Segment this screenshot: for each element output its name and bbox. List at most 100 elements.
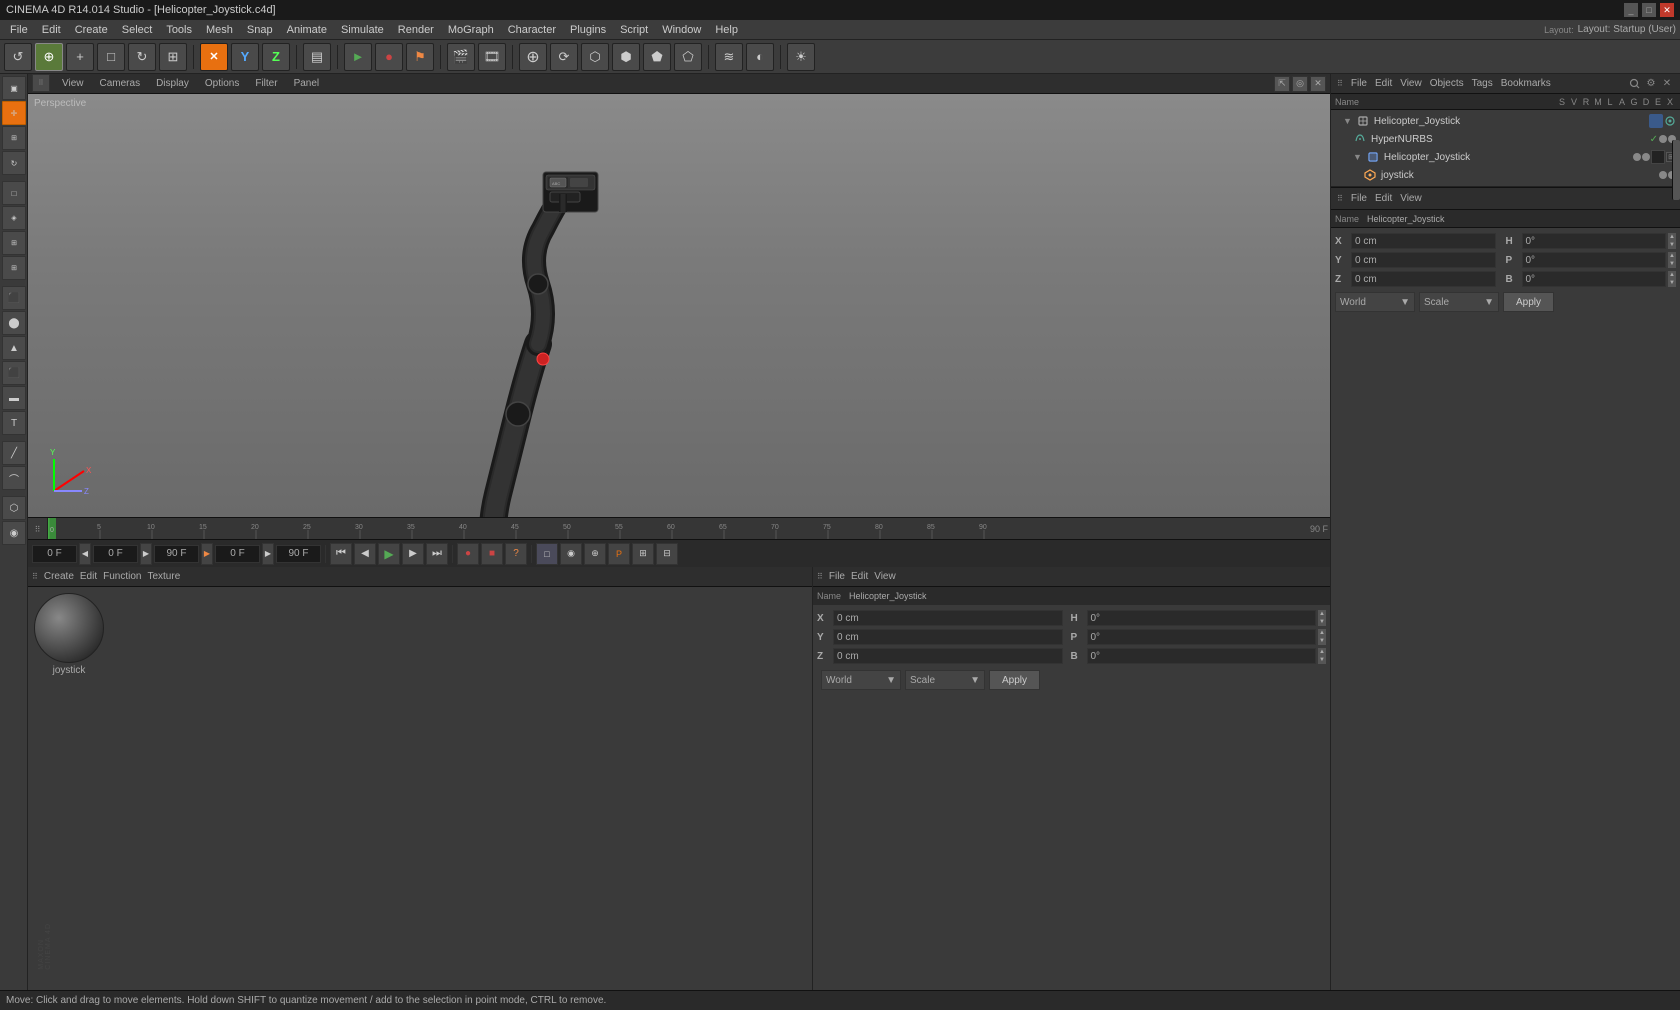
attr-lower-menu-view[interactable]: View — [1400, 193, 1422, 204]
lower-spin-p-down[interactable]: ▼ — [1668, 260, 1676, 268]
vp-solo-btn[interactable]: ◎ — [1292, 76, 1308, 92]
obj-search-icon[interactable] — [1628, 77, 1642, 91]
lower-spin-h-up[interactable]: ▲ — [1668, 233, 1676, 241]
obj-color-swatch-1[interactable] — [1649, 114, 1663, 128]
mode-loop-btn[interactable]: ◉ — [560, 543, 582, 565]
minimize-btn[interactable]: _ — [1624, 3, 1638, 17]
menu-edit[interactable]: Edit — [36, 20, 67, 40]
spin-p-down[interactable]: ▼ — [1318, 637, 1326, 645]
undo-btn[interactable]: ↺ — [4, 43, 32, 71]
vp-maximize-btn[interactable]: ⇱ — [1274, 76, 1290, 92]
obj-material-thumb-3[interactable] — [1651, 150, 1665, 164]
add-btn[interactable]: + — [66, 43, 94, 71]
timeline-ruler-bar[interactable]: ⠿ 0 5 10 15 20 25 30 35 — [28, 517, 1330, 539]
tool-checkered[interactable]: ⊞ — [2, 256, 26, 280]
spin-b-up[interactable]: ▲ — [1318, 648, 1326, 656]
window-controls[interactable]: _ □ ✕ — [1624, 3, 1674, 17]
rot-btn[interactable]: Z — [262, 43, 290, 71]
mode-last-btn[interactable]: ⊟ — [656, 543, 678, 565]
tool-scale[interactable]: ⊞ — [2, 126, 26, 150]
tool-cone[interactable]: ▲ — [2, 336, 26, 360]
spin-h-down[interactable]: ▼ — [1318, 618, 1326, 626]
paint-btn[interactable]: ⬠ — [674, 43, 702, 71]
play-forward-btn[interactable]: ► — [344, 43, 372, 71]
obj-menu-bookmarks[interactable]: Bookmarks — [1501, 78, 1551, 89]
lower-attr-z-val[interactable]: 0 cm — [1351, 271, 1496, 287]
light-btn[interactable]: ☀ — [787, 43, 815, 71]
menu-simulate[interactable]: Simulate — [335, 20, 390, 40]
attr-b-spinner[interactable]: ▲ ▼ — [1318, 648, 1326, 664]
record-stop-btn[interactable]: ■ — [481, 543, 503, 565]
preview-start-arrow[interactable]: ▶ — [201, 543, 213, 565]
lower-spin-h[interactable]: ▲ ▼ — [1668, 233, 1676, 249]
poly-tool-btn[interactable]: ⬡ — [581, 43, 609, 71]
obj-menu-tags[interactable]: Tags — [1472, 78, 1493, 89]
lower-spin-h-down[interactable]: ▼ — [1668, 241, 1676, 249]
vp-menu-panel[interactable]: Panel — [290, 78, 324, 89]
mode-ping-btn[interactable]: P — [608, 543, 630, 565]
attr-lower-menu-file[interactable]: File — [1351, 193, 1367, 204]
move-tool-btn[interactable]: ⊕ — [519, 43, 547, 71]
menu-plugins[interactable]: Plugins — [564, 20, 612, 40]
mat-menu-edit[interactable]: Edit — [80, 571, 97, 582]
frame-start-field[interactable]: ◀ — [79, 543, 91, 565]
tool-spline[interactable]: ⌒ — [2, 466, 26, 490]
attr-menu-view[interactable]: View — [874, 571, 896, 582]
lower-spin-b-up[interactable]: ▲ — [1668, 271, 1676, 279]
lower-attr-h-val[interactable]: 0° — [1522, 233, 1667, 249]
spin-b-down[interactable]: ▼ — [1318, 656, 1326, 664]
rotate-tool-btn[interactable]: ⟳ — [550, 43, 578, 71]
preview-end-arrow[interactable]: ▶ — [262, 543, 274, 565]
tool-pen[interactable]: ╱ — [2, 441, 26, 465]
attr-p-val[interactable]: 0° — [1087, 629, 1317, 645]
menu-window[interactable]: Window — [656, 20, 707, 40]
obj-menu-view[interactable]: View — [1400, 78, 1422, 89]
extrude-btn[interactable]: ⬢ — [612, 43, 640, 71]
end-frame[interactable]: 90 F — [154, 545, 199, 563]
vp-close-btn[interactable]: ✕ — [1310, 76, 1326, 92]
step-forward-btn[interactable]: ▶ — [402, 543, 424, 565]
menu-snap[interactable]: Snap — [241, 20, 279, 40]
obj-close-icon[interactable]: ✕ — [1660, 77, 1674, 91]
goto-start-btn[interactable]: ⏮ — [330, 543, 352, 565]
tool-object[interactable]: □ — [2, 181, 26, 205]
obj-arrow-1[interactable]: ▼ — [1343, 116, 1352, 126]
mode-grid-btn[interactable]: ⊞ — [632, 543, 654, 565]
lower-attr-x-val[interactable]: 0 cm — [1351, 233, 1496, 249]
menu-character[interactable]: Character — [502, 20, 562, 40]
menu-select[interactable]: Select — [116, 20, 159, 40]
move-axis-btn[interactable]: Y — [231, 43, 259, 71]
menu-mograph[interactable]: MoGraph — [442, 20, 500, 40]
render-region-btn[interactable]: ▤ — [303, 43, 331, 71]
obj-dot-v-3[interactable] — [1642, 153, 1650, 161]
vp-menu-options[interactable]: Options — [201, 78, 243, 89]
lower-transform-type-dropdown[interactable]: Scale ▼ — [1419, 292, 1499, 312]
vp-menu-filter[interactable]: Filter — [251, 78, 281, 89]
obj-link-icon-1[interactable] — [1664, 115, 1676, 127]
tool-sphere[interactable]: ⬤ — [2, 311, 26, 335]
lower-coord-space-dropdown[interactable]: World ▼ — [1335, 292, 1415, 312]
attr-h-spinner[interactable]: ▲ ▼ — [1318, 610, 1326, 626]
vp-menu-cameras[interactable]: Cameras — [96, 78, 145, 89]
vp-menu-display[interactable]: Display — [152, 78, 193, 89]
lower-spin-b[interactable]: ▲ ▼ — [1668, 271, 1676, 287]
attr-h-val[interactable]: 0° — [1087, 610, 1317, 626]
attr-y-val[interactable]: 0 cm — [833, 629, 1063, 645]
obj-row-joystick[interactable]: joystick — [1333, 166, 1678, 184]
obj-menu-file[interactable]: File — [1351, 78, 1367, 89]
tool-plane[interactable]: ▬ — [2, 386, 26, 410]
obj-row-helicopter-geo[interactable]: ▼ Helicopter_Joystick ⊞ — [1333, 148, 1678, 166]
obj-visible-check-2[interactable]: ✓ — [1650, 134, 1658, 145]
scale-btn[interactable]: ⊞ — [159, 43, 187, 71]
obj-menu-objects[interactable]: Objects — [1430, 78, 1464, 89]
record-btn[interactable]: ● — [375, 43, 403, 71]
play-btn[interactable]: ▶ — [378, 543, 400, 565]
preview-end[interactable]: 90 F — [276, 545, 321, 563]
layout-selector[interactable]: Layout: Startup (User) — [1578, 24, 1676, 35]
obj-arrow-3[interactable]: ▼ — [1353, 152, 1362, 162]
transform-type-dropdown[interactable]: Scale ▼ — [905, 670, 985, 690]
mode-cycle-btn[interactable]: ⊕ — [584, 543, 606, 565]
lower-spin-p[interactable]: ▲ ▼ — [1668, 252, 1676, 268]
tool-grid[interactable]: ⊞ — [2, 231, 26, 255]
vp-menu-view[interactable]: View — [58, 78, 88, 89]
